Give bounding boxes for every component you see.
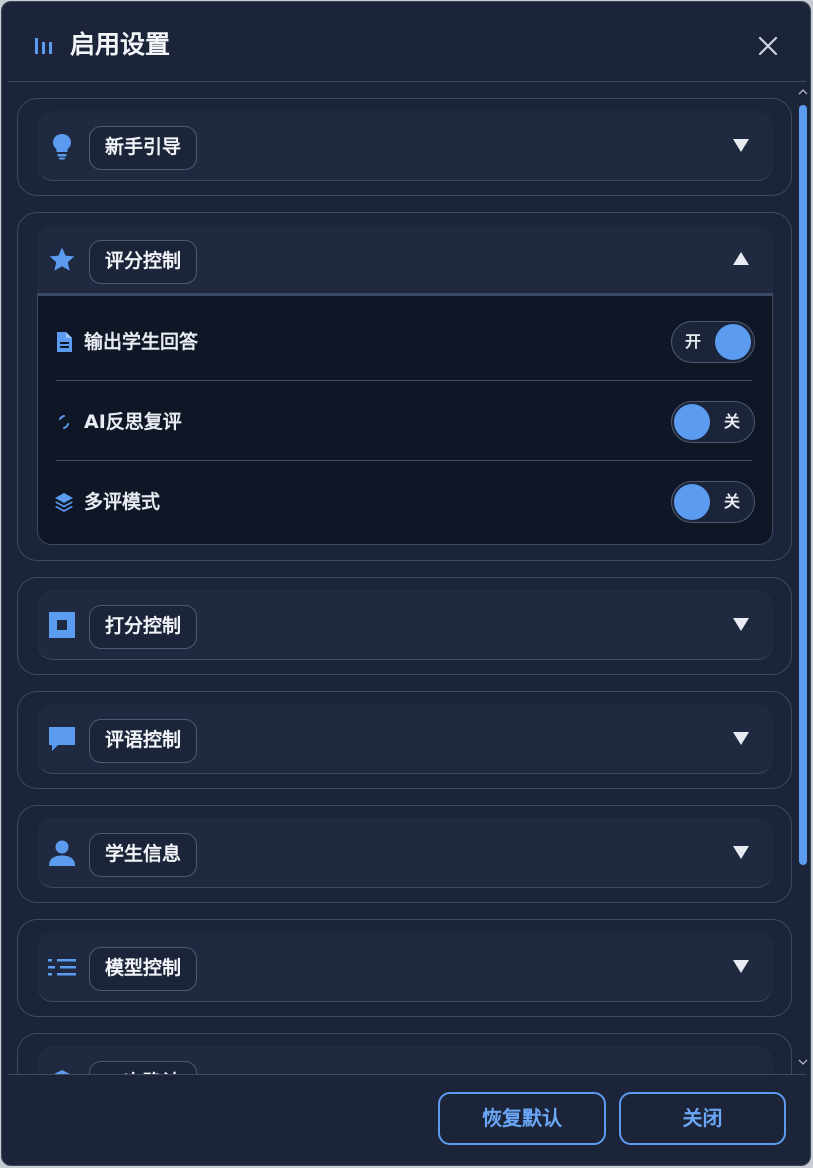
toggle-state-text: 关 [724,492,741,511]
section-model-control-label: 模型控制 [89,947,198,991]
scroll-up-icon[interactable] [798,88,808,96]
list-settings-icon [48,959,76,976]
spinner-icon [59,415,69,429]
setting-label: 多评模式 [84,491,161,513]
section-onboarding: 新手引导 [17,98,792,196]
graduation-cap-icon [54,1070,70,1074]
chevron-down-icon [733,618,749,631]
chevron-down-icon [733,846,749,859]
ai-review-toggle[interactable]: 关 [671,401,755,443]
chevron-down-icon [733,139,749,152]
section-score-control: 评分控制 输出学生回答 开 AI反思复评 关 多评模式 关 [17,212,792,561]
section-grading-control-header[interactable]: 打分控制 [37,590,773,660]
section-score-control-header[interactable]: 评分控制 [37,225,773,295]
settings-dialog: 启用设置 新手引导 评分控制 输出学生回答 开 AI反思复评 关 多评模式 关 … [1,1,811,1166]
dialog-header: 启用设置 [8,8,806,82]
vertical-scrollbar[interactable] [795,83,810,1074]
section-onboarding-header[interactable]: 新手引导 [37,111,773,181]
score-control-panel: 输出学生回答 开 AI反思复评 关 多评模式 关 [37,293,773,545]
setting-row-ai-review: AI反思复评 关 [38,381,771,461]
section-comment-control-label: 评语控制 [89,719,198,763]
settings-scroll-area[interactable]: 新手引导 评分控制 输出学生回答 开 AI反思复评 关 多评模式 关 打分控制 … [2,83,810,1074]
section-double-confirm-header[interactable]: 二次确认 [37,1046,773,1074]
document-icon [57,332,72,352]
toggle-knob [674,404,710,440]
section-comment-control: 评语控制 [17,691,792,789]
section-student-info-header[interactable]: 学生信息 [37,818,773,888]
square-icon [49,612,75,638]
setting-label: AI反思复评 [84,411,182,433]
setting-label: 输出学生回答 [84,331,199,353]
section-grading-control-label: 打分控制 [89,605,198,649]
toggle-state-text: 关 [724,412,741,431]
section-model-control: 模型控制 [17,919,792,1017]
section-grading-control: 打分控制 [17,577,792,675]
scroll-down-icon[interactable] [798,1058,808,1066]
dialog-footer: 恢复默认 关闭 [8,1074,806,1165]
multi-review-toggle[interactable]: 关 [671,481,755,523]
section-student-info: 学生信息 [17,805,792,903]
toggle-knob [674,484,710,520]
section-double-confirm-label: 二次确认 [89,1061,198,1074]
close-button[interactable]: 关闭 [619,1092,786,1145]
star-icon [49,247,75,271]
setting-row-multi-review: 多评模式 关 [38,461,771,541]
close-icon[interactable] [756,34,780,58]
person-icon [49,840,75,866]
toggle-knob [715,324,751,360]
dialog-title: 启用设置 [70,30,171,59]
scrollbar-thumb[interactable] [799,105,807,865]
section-score-control-label: 评分控制 [89,240,198,284]
setting-row-output-answer: 输出学生回答 开 [38,301,771,381]
output-answer-toggle[interactable]: 开 [671,321,755,363]
comment-icon [49,727,75,751]
chevron-up-icon [733,252,749,265]
section-model-control-header[interactable]: 模型控制 [37,932,773,1002]
bar-chart-icon [35,38,52,54]
section-comment-control-header[interactable]: 评语控制 [37,704,773,774]
chevron-down-icon [733,732,749,745]
lightbulb-icon [53,134,71,160]
layers-icon [55,493,73,512]
section-student-info-label: 学生信息 [89,833,198,877]
toggle-state-text: 开 [685,332,702,351]
section-onboarding-label: 新手引导 [89,126,198,170]
reset-defaults-button[interactable]: 恢复默认 [438,1092,606,1145]
section-double-confirm: 二次确认 [17,1033,792,1074]
chevron-down-icon [733,960,749,973]
